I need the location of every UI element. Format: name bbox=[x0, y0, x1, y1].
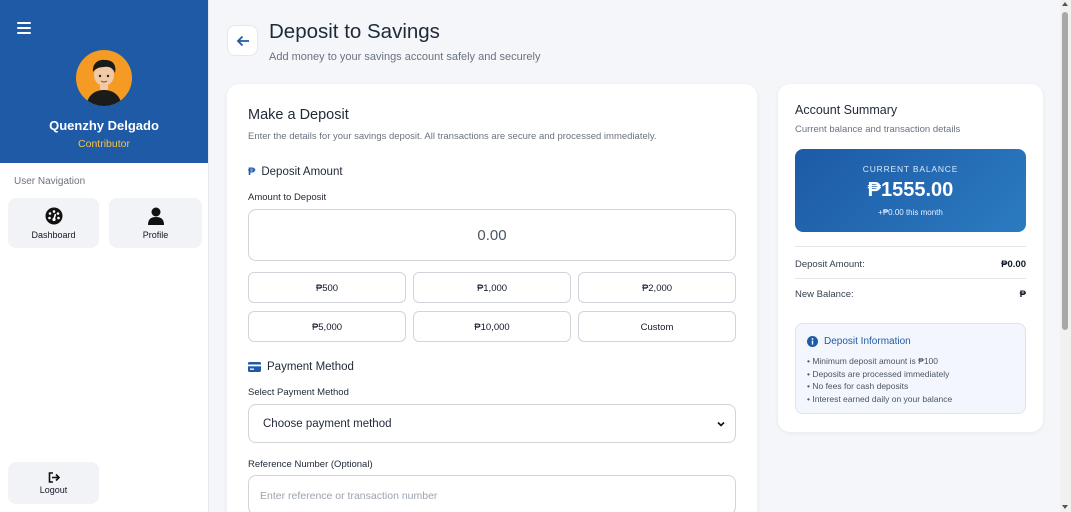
peso-icon: ₱ bbox=[248, 166, 256, 178]
back-button[interactable] bbox=[227, 25, 258, 56]
page-title: Deposit to Savings bbox=[269, 20, 440, 43]
balance-value: ₱1555.00 bbox=[867, 179, 954, 201]
nav-section-title: User Navigation bbox=[14, 176, 86, 187]
user-icon bbox=[147, 207, 164, 225]
quick-amount-5000-button[interactable]: ₱5,000 bbox=[248, 311, 406, 342]
reference-number-input[interactable]: Enter reference or transaction number bbox=[248, 475, 736, 512]
amount-label: Amount to Deposit bbox=[248, 192, 327, 203]
current-balance-panel: CURRENT BALANCE ₱1555.00 +₱0.00 this mon… bbox=[795, 149, 1026, 232]
scroll-down-arrow-icon[interactable] bbox=[1062, 505, 1068, 509]
info-icon bbox=[807, 336, 818, 347]
balance-month-change: +₱0.00 this month bbox=[878, 208, 943, 217]
deposit-amount-value: ₱0.00 bbox=[1001, 259, 1026, 270]
divider bbox=[795, 278, 1026, 279]
deposit-amount-section: ₱ Deposit Amount bbox=[248, 166, 343, 178]
nav-item-profile[interactable]: Profile bbox=[109, 198, 202, 248]
quick-amount-500-button[interactable]: ₱500 bbox=[248, 272, 406, 303]
section-title: Payment Method bbox=[267, 361, 354, 373]
info-item: • Minimum deposit amount is ₱100 bbox=[807, 356, 939, 366]
payment-method-select[interactable]: Choose payment method bbox=[248, 404, 736, 443]
amount-input[interactable]: 0.00 bbox=[248, 209, 736, 261]
avatar bbox=[76, 50, 132, 106]
deposit-form-card: Make a Deposit Enter the details for you… bbox=[227, 84, 757, 512]
account-summary-card: Account Summary Current balance and tran… bbox=[778, 84, 1043, 432]
custom-amount-button[interactable]: Custom bbox=[578, 311, 736, 342]
nav-item-dashboard[interactable]: Dashboard bbox=[8, 198, 99, 248]
quick-amount-1000-button[interactable]: ₱1,000 bbox=[413, 272, 571, 303]
user-name: Quenzhy Delgado bbox=[49, 118, 159, 133]
deposit-amount-row: Deposit Amount: ₱0.00 bbox=[795, 259, 1026, 270]
page-subtitle: Add money to your savings account safely… bbox=[269, 51, 541, 63]
info-list: • Minimum deposit amount is ₱100 • Depos… bbox=[807, 355, 952, 405]
menu-icon[interactable] bbox=[17, 22, 31, 34]
credit-card-icon bbox=[248, 361, 261, 372]
info-title: Deposit Information bbox=[824, 336, 911, 347]
payment-method-label: Select Payment Method bbox=[248, 387, 349, 398]
chevron-down-icon bbox=[717, 421, 725, 427]
scroll-thumb[interactable] bbox=[1062, 12, 1068, 330]
summary-title: Account Summary bbox=[795, 103, 898, 117]
logout-label: Logout bbox=[39, 485, 68, 495]
section-title: Deposit Amount bbox=[261, 166, 343, 179]
logout-button[interactable]: Logout bbox=[8, 462, 99, 504]
nav-item-label: Dashboard bbox=[31, 230, 76, 240]
scroll-up-arrow-icon[interactable] bbox=[1062, 2, 1068, 6]
dashboard-gauge-icon bbox=[45, 207, 62, 225]
sidebar: Quenzhy Delgado Contributor User Navigat… bbox=[0, 0, 209, 512]
payment-method-selected: Choose payment method bbox=[263, 418, 392, 430]
new-balance-label: New Balance: bbox=[795, 289, 854, 300]
quick-amount-2000-button[interactable]: ₱2,000 bbox=[578, 272, 736, 303]
new-balance-value: ₱ bbox=[1019, 289, 1026, 300]
user-role: Contributor bbox=[78, 138, 130, 150]
balance-label: CURRENT BALANCE bbox=[862, 164, 959, 174]
nav-item-label: Profile bbox=[142, 230, 169, 240]
info-item: • Interest earned daily on your balance bbox=[807, 393, 953, 404]
payment-method-section: Payment Method bbox=[248, 361, 354, 373]
info-item: • Deposits are processed immediately bbox=[807, 368, 950, 379]
arrow-left-icon bbox=[236, 35, 249, 47]
reference-number-label: Reference Number (Optional) bbox=[248, 459, 373, 470]
info-item: • No fees for cash deposits bbox=[807, 381, 909, 391]
quick-amount-10000-button[interactable]: ₱10,000 bbox=[413, 311, 571, 342]
divider bbox=[795, 246, 1026, 247]
summary-subtitle: Current balance and transaction details bbox=[795, 124, 961, 135]
new-balance-row: New Balance: ₱ bbox=[795, 289, 1026, 300]
sidebar-header: Quenzhy Delgado Contributor bbox=[0, 0, 208, 163]
scrollbar[interactable] bbox=[1060, 0, 1071, 512]
deposit-card-subtitle: Enter the details for your savings depos… bbox=[248, 131, 657, 142]
deposit-card-title: Make a Deposit bbox=[248, 107, 349, 123]
deposit-amount-label: Deposit Amount: bbox=[795, 259, 865, 270]
deposit-info-box: Deposit Information • Minimum deposit am… bbox=[795, 323, 1026, 414]
logout-icon bbox=[48, 472, 60, 483]
